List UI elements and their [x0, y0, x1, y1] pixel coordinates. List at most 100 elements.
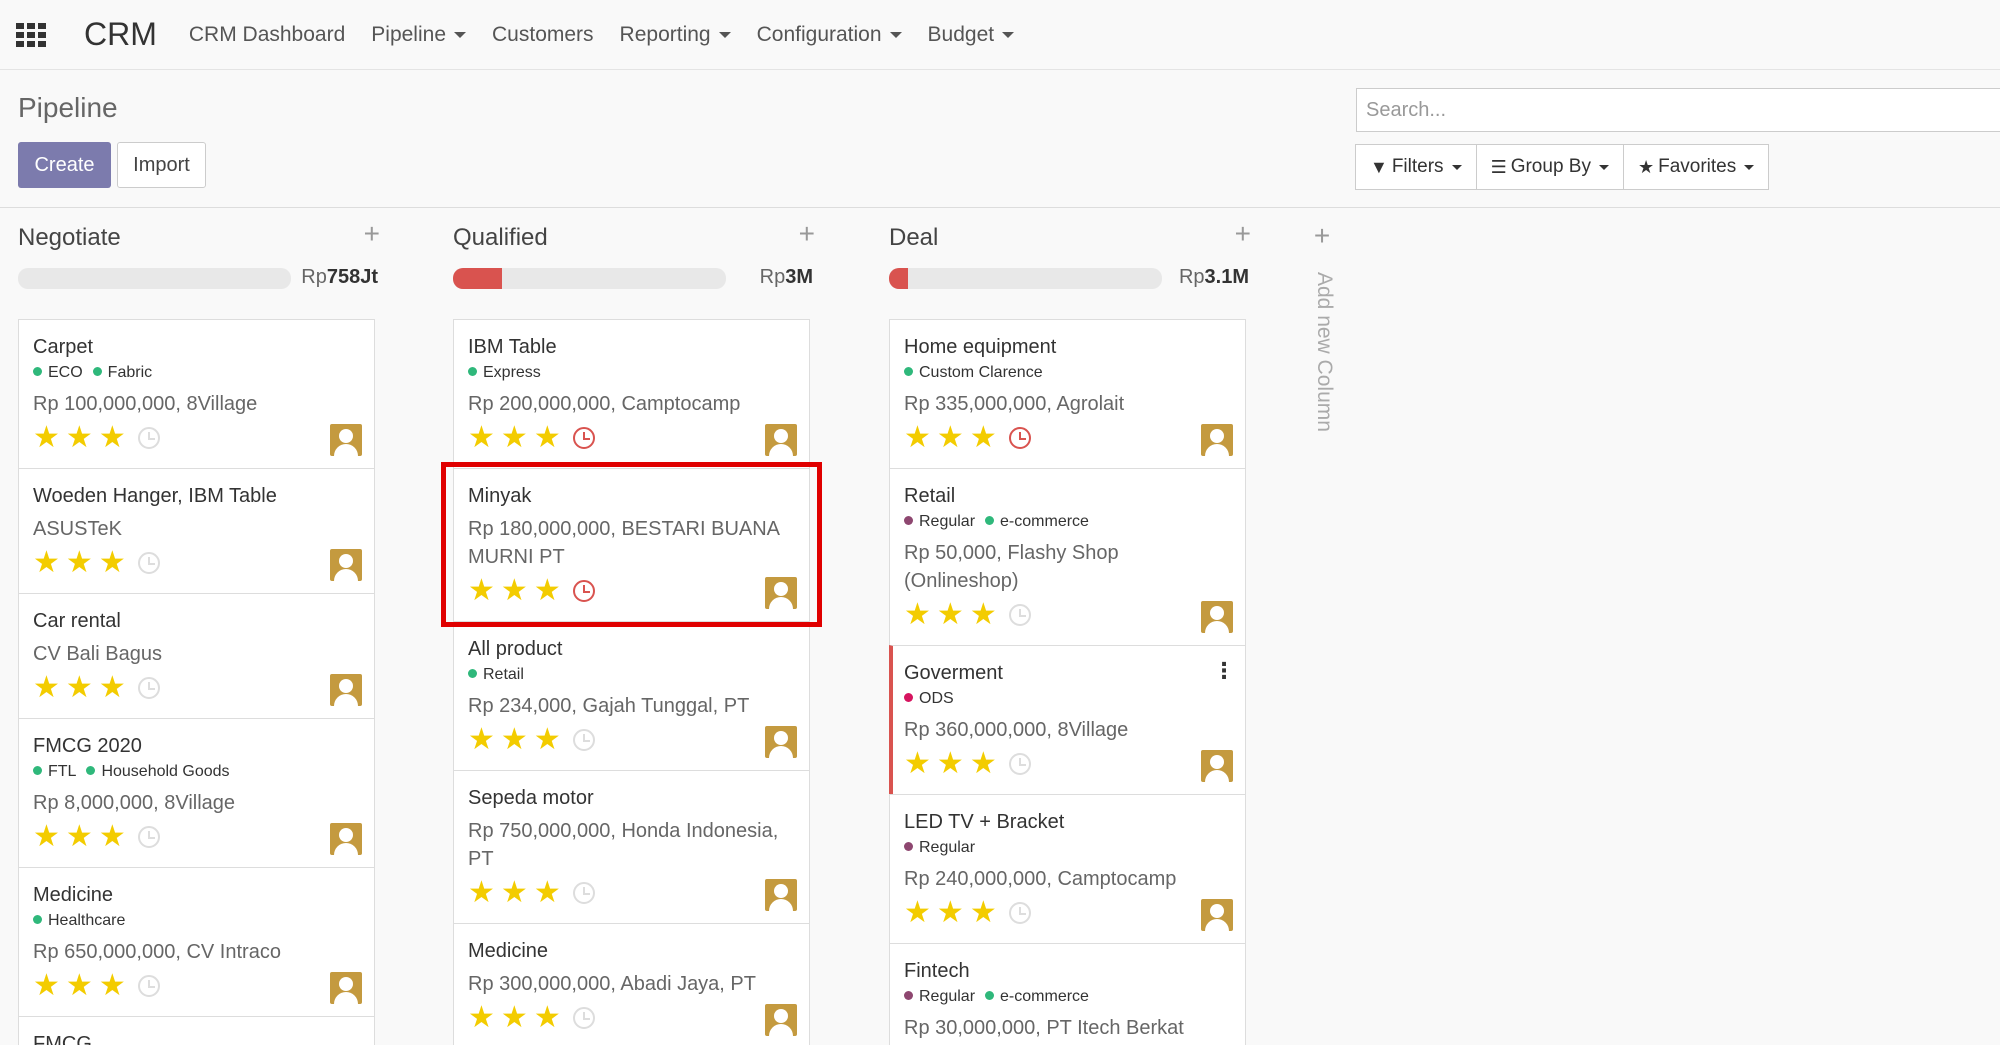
priority-star-icon[interactable]: ★ — [501, 576, 528, 606]
priority-star-icon[interactable]: ★ — [33, 423, 60, 453]
create-button[interactable]: Create — [18, 142, 111, 188]
kanban-card[interactable]: LED TV + Bracket Regular Rp 240,000,000, C… — [889, 794, 1246, 943]
activity-clock-icon[interactable] — [572, 580, 595, 602]
nav-item-crm-dashboard[interactable]: CRM Dashboard — [189, 23, 345, 47]
priority-star-icon[interactable]: ★ — [501, 1003, 528, 1033]
activity-clock-icon[interactable] — [137, 826, 160, 848]
priority-star-icon[interactable]: ★ — [99, 673, 126, 703]
priority-star-icon[interactable]: ★ — [66, 971, 93, 1001]
activity-clock-icon[interactable] — [1008, 753, 1031, 775]
kanban-card[interactable]: FMCG — [18, 1016, 375, 1045]
chevron-down-icon — [1598, 164, 1609, 170]
priority-star-icon[interactable]: ★ — [970, 898, 997, 928]
activity-clock-icon[interactable] — [1008, 604, 1031, 626]
priority-star-icon[interactable]: ★ — [534, 1003, 561, 1033]
priority-star-icon[interactable]: ★ — [937, 600, 964, 630]
quick-create-plus-icon[interactable]: + — [364, 218, 380, 250]
priority-star-icon[interactable]: ★ — [970, 749, 997, 779]
priority-star-icon[interactable]: ★ — [904, 749, 931, 779]
activity-clock-icon[interactable] — [572, 729, 595, 751]
priority-star-icon[interactable]: ★ — [66, 548, 93, 578]
priority-star-icon[interactable]: ★ — [937, 423, 964, 453]
priority-star-icon[interactable]: ★ — [99, 423, 126, 453]
nav-item-pipeline[interactable]: Pipeline — [371, 23, 467, 47]
priority-star-icon[interactable]: ★ — [937, 898, 964, 928]
quick-create-plus-icon[interactable]: + — [799, 218, 815, 250]
priority-star-icon[interactable]: ★ — [501, 423, 528, 453]
kanban-card[interactable]: Retail Regular e-commerce Rp 50,000, Flashy… — [889, 468, 1246, 645]
priority-star-icon[interactable]: ★ — [534, 423, 561, 453]
add-column[interactable]: + Add new Column — [1306, 220, 1338, 432]
nav-item-customers[interactable]: Customers — [492, 23, 594, 47]
priority-star-icon[interactable]: ★ — [99, 971, 126, 1001]
priority-star-icon[interactable]: ★ — [66, 673, 93, 703]
priority-star-icon[interactable]: ★ — [33, 971, 60, 1001]
activity-clock-icon[interactable] — [137, 677, 160, 699]
priority-star-icon[interactable]: ★ — [534, 576, 561, 606]
kanban-card[interactable]: IBM Table Express Rp 200,000,000, Camptoca… — [453, 319, 810, 468]
kanban-card[interactable]: Car rental CV Bali Bagus ★ ★ ★ — [18, 593, 375, 718]
import-button[interactable]: Import — [117, 142, 206, 188]
activity-clock-icon[interactable] — [572, 1007, 595, 1029]
kanban-card[interactable]: Medicine Healthcare Rp 650,000,000, CV Int… — [18, 867, 375, 1016]
priority-star-icon[interactable]: ★ — [468, 878, 495, 908]
nav-item-configuration[interactable]: Configuration — [757, 23, 902, 47]
priority-star-icon[interactable]: ★ — [99, 548, 126, 578]
kanban-card[interactable]: Carpet ECO Fabric Rp 100,000,000, 8Village ★… — [18, 319, 375, 468]
priority-star-icon[interactable]: ★ — [534, 725, 561, 755]
priority-star-icon[interactable]: ★ — [904, 423, 931, 453]
group-by-button[interactable]: ☰ Group By — [1475, 144, 1624, 190]
column-title[interactable]: Qualified — [453, 224, 548, 252]
kanban-card[interactable]: All product Retail Rp 234,000, Gajah Tungg… — [453, 621, 810, 770]
priority-star-icon[interactable]: ★ — [33, 673, 60, 703]
activity-clock-icon[interactable] — [137, 975, 160, 997]
kanban-card[interactable]: Woeden Hanger, IBM Table ASUSTeK ★ ★ ★ — [18, 468, 375, 593]
priority-star-icon[interactable]: ★ — [468, 423, 495, 453]
priority-star-icon[interactable]: ★ — [33, 548, 60, 578]
column-title[interactable]: Negotiate — [18, 224, 121, 252]
search-input[interactable] — [1356, 88, 2000, 132]
priority-star-icon[interactable]: ★ — [33, 822, 60, 852]
add-column-plus-icon[interactable]: + — [1306, 220, 1338, 252]
kanban-card[interactable]: Home equipment Custom Clarence Rp 335,000,… — [889, 319, 1246, 468]
priority-star-icon[interactable]: ★ — [99, 822, 126, 852]
priority-star-icon[interactable]: ★ — [904, 600, 931, 630]
column-progress-bar[interactable] — [889, 268, 1162, 289]
priority-star-icon[interactable]: ★ — [937, 749, 964, 779]
activity-clock-icon[interactable] — [572, 882, 595, 904]
priority-star-icon[interactable]: ★ — [66, 822, 93, 852]
priority-star-icon[interactable]: ★ — [501, 878, 528, 908]
kanban-card[interactable]: Minyak Rp 180,000,000, BESTARI BUANA MURN… — [453, 468, 810, 621]
priority-star-icon[interactable]: ★ — [904, 898, 931, 928]
favorites-button[interactable]: ★ Favorites — [1622, 144, 1770, 190]
nav-item-reporting[interactable]: Reporting — [620, 23, 731, 47]
column-title[interactable]: Deal — [889, 224, 938, 252]
priority-star-icon[interactable]: ★ — [534, 878, 561, 908]
activity-clock-icon[interactable] — [137, 427, 160, 449]
apps-menu-icon[interactable] — [16, 22, 46, 47]
priority-star-icon[interactable]: ★ — [468, 725, 495, 755]
priority-star-icon[interactable]: ★ — [66, 423, 93, 453]
quick-create-plus-icon[interactable]: + — [1235, 218, 1251, 250]
add-column-label[interactable]: Add new Column — [1312, 272, 1336, 432]
activity-clock-icon[interactable] — [137, 552, 160, 574]
priority-star-icon[interactable]: ★ — [468, 1003, 495, 1033]
kanban-card[interactable]: Goverment ODS Rp 360,000,000, 8Village ★ ★ ★ ⋮ — [889, 645, 1246, 794]
activity-clock-icon[interactable] — [1008, 427, 1031, 449]
app-title[interactable]: CRM — [84, 16, 157, 53]
activity-clock-icon[interactable] — [572, 427, 595, 449]
column-progress-bar[interactable] — [453, 268, 726, 289]
activity-clock-icon[interactable] — [1008, 902, 1031, 924]
card-menu-icon[interactable]: ⋮ — [1213, 658, 1235, 684]
kanban-card[interactable]: Sepeda motor Rp 750,000,000, Honda Indone… — [453, 770, 810, 923]
column-progress-bar[interactable] — [18, 268, 291, 289]
filters-button[interactable]: ▼ Filters — [1355, 144, 1477, 190]
priority-star-icon[interactable]: ★ — [468, 576, 495, 606]
kanban-card[interactable]: FMCG 2020 FTL Household Goods Rp 8,000,000,… — [18, 718, 375, 867]
kanban-card[interactable]: Fintech Regular e-commerce Rp 30,000,000, P… — [889, 943, 1246, 1045]
kanban-card[interactable]: Medicine Rp 300,000,000, Abadi Jaya, PT ★ ★… — [453, 923, 810, 1045]
priority-star-icon[interactable]: ★ — [970, 423, 997, 453]
priority-star-icon[interactable]: ★ — [501, 725, 528, 755]
priority-star-icon[interactable]: ★ — [970, 600, 997, 630]
nav-item-budget[interactable]: Budget — [928, 23, 1015, 47]
